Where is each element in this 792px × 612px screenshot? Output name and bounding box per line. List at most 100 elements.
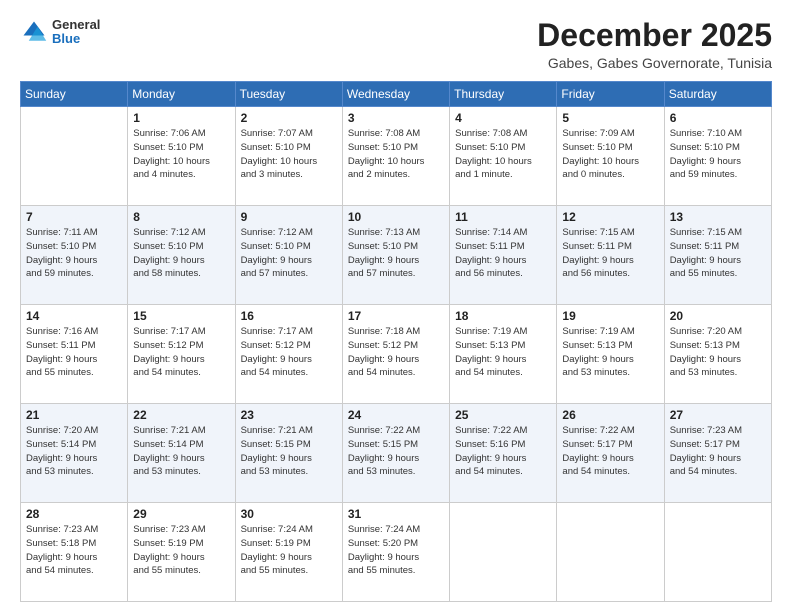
day-number: 1 bbox=[133, 111, 229, 125]
day-info: Sunrise: 7:22 AMSunset: 5:17 PMDaylight:… bbox=[562, 424, 658, 479]
calendar-header-cell: Sunday bbox=[21, 82, 128, 107]
calendar-day-cell: 19Sunrise: 7:19 AMSunset: 5:13 PMDayligh… bbox=[557, 305, 664, 404]
day-info: Sunrise: 7:24 AMSunset: 5:20 PMDaylight:… bbox=[348, 523, 444, 578]
calendar-day-cell: 16 Sunrise: 7:17 AMSunset: 5:12 PMDayligh… bbox=[235, 305, 342, 404]
calendar-day-cell: 2 Sunrise: 7:07 AMSunset: 5:10 PMDaylight… bbox=[235, 107, 342, 206]
calendar-day-cell: 31 Sunrise: 7:24 AMSunset: 5:20 PMDayligh… bbox=[342, 503, 449, 602]
main-title: December 2025 bbox=[537, 18, 772, 53]
day-info: Sunrise: 7:17 AMSunset: 5:12 PMDaylight:… bbox=[241, 325, 337, 380]
calendar-day-cell: 29 Sunrise: 7:23 AMSunset: 5:19 PMDayligh… bbox=[128, 503, 235, 602]
day-number: 15 bbox=[133, 309, 229, 323]
calendar-day-cell: 25 Sunrise: 7:22 AMSunset: 5:16 PMDayligh… bbox=[450, 404, 557, 503]
day-info: Sunrise: 7:20 AMSunset: 5:13 PMDaylight:… bbox=[670, 325, 766, 380]
day-number: 24 bbox=[348, 408, 444, 422]
calendar-day-cell: 12Sunrise: 7:15 AMSunset: 5:11 PMDayligh… bbox=[557, 206, 664, 305]
day-info: Sunrise: 7:10 AMSunset: 5:10 PMDaylight:… bbox=[670, 127, 766, 182]
day-number: 31 bbox=[348, 507, 444, 521]
day-number: 21 bbox=[26, 408, 122, 422]
calendar-day-cell: 24 Sunrise: 7:22 AMSunset: 5:15 PMDayligh… bbox=[342, 404, 449, 503]
day-number: 7 bbox=[26, 210, 122, 224]
day-number: 11 bbox=[455, 210, 551, 224]
subtitle: Gabes, Gabes Governorate, Tunisia bbox=[537, 55, 772, 71]
day-info: Sunrise: 7:22 AMSunset: 5:15 PMDaylight:… bbox=[348, 424, 444, 479]
day-number: 25 bbox=[455, 408, 551, 422]
day-info: Sunrise: 7:19 AMSunset: 5:13 PMDaylight:… bbox=[455, 325, 551, 380]
calendar-day-cell: 27 Sunrise: 7:23 AMSunset: 5:17 PMDayligh… bbox=[664, 404, 771, 503]
day-number: 8 bbox=[133, 210, 229, 224]
calendar-day-cell bbox=[450, 503, 557, 602]
calendar-week-row: 28Sunrise: 7:23 AMSunset: 5:18 PMDayligh… bbox=[21, 503, 772, 602]
logo-general-label: General bbox=[52, 18, 100, 32]
day-number: 23 bbox=[241, 408, 337, 422]
calendar-week-row: 14 Sunrise: 7:16 AMSunset: 5:11 PMDayligh… bbox=[21, 305, 772, 404]
day-info: Sunrise: 7:12 AMSunset: 5:10 PMDaylight:… bbox=[241, 226, 337, 281]
day-number: 29 bbox=[133, 507, 229, 521]
calendar-day-cell: 4Sunrise: 7:08 AMSunset: 5:10 PMDaylight… bbox=[450, 107, 557, 206]
day-info: Sunrise: 7:15 AMSunset: 5:11 PMDaylight:… bbox=[670, 226, 766, 281]
calendar-header-cell: Monday bbox=[128, 82, 235, 107]
day-info: Sunrise: 7:21 AMSunset: 5:14 PMDaylight:… bbox=[133, 424, 229, 479]
day-number: 27 bbox=[670, 408, 766, 422]
day-number: 17 bbox=[348, 309, 444, 323]
calendar-day-cell: 3Sunrise: 7:08 AMSunset: 5:10 PMDaylight… bbox=[342, 107, 449, 206]
calendar-day-cell: 30 Sunrise: 7:24 AMSunset: 5:19 PMDayligh… bbox=[235, 503, 342, 602]
day-number: 9 bbox=[241, 210, 337, 224]
logo-text: General Blue bbox=[52, 18, 100, 47]
day-number: 2 bbox=[241, 111, 337, 125]
calendar-day-cell: 14 Sunrise: 7:16 AMSunset: 5:11 PMDayligh… bbox=[21, 305, 128, 404]
day-info: Sunrise: 7:15 AMSunset: 5:11 PMDaylight:… bbox=[562, 226, 658, 281]
calendar-week-row: 21 Sunrise: 7:20 AMSunset: 5:14 PMDayligh… bbox=[21, 404, 772, 503]
calendar-day-cell bbox=[21, 107, 128, 206]
title-block: December 2025 Gabes, Gabes Governorate, … bbox=[537, 18, 772, 71]
calendar-day-cell: 1 Sunrise: 7:06 AMSunset: 5:10 PMDaylight… bbox=[128, 107, 235, 206]
calendar-header-cell: Tuesday bbox=[235, 82, 342, 107]
day-info: Sunrise: 7:23 AMSunset: 5:17 PMDaylight:… bbox=[670, 424, 766, 479]
day-info: Sunrise: 7:08 AMSunset: 5:10 PMDaylight:… bbox=[455, 127, 551, 182]
calendar-day-cell: 18Sunrise: 7:19 AMSunset: 5:13 PMDayligh… bbox=[450, 305, 557, 404]
day-info: Sunrise: 7:23 AMSunset: 5:18 PMDaylight:… bbox=[26, 523, 122, 578]
day-number: 26 bbox=[562, 408, 658, 422]
calendar-day-cell bbox=[557, 503, 664, 602]
calendar-header-cell: Saturday bbox=[664, 82, 771, 107]
day-info: Sunrise: 7:23 AMSunset: 5:19 PMDaylight:… bbox=[133, 523, 229, 578]
day-info: Sunrise: 7:19 AMSunset: 5:13 PMDaylight:… bbox=[562, 325, 658, 380]
calendar-day-cell: 8 Sunrise: 7:12 AMSunset: 5:10 PMDaylight… bbox=[128, 206, 235, 305]
day-info: Sunrise: 7:14 AMSunset: 5:11 PMDaylight:… bbox=[455, 226, 551, 281]
day-number: 10 bbox=[348, 210, 444, 224]
day-number: 5 bbox=[562, 111, 658, 125]
day-info: Sunrise: 7:13 AMSunset: 5:10 PMDaylight:… bbox=[348, 226, 444, 281]
day-info: Sunrise: 7:12 AMSunset: 5:10 PMDaylight:… bbox=[133, 226, 229, 281]
day-info: Sunrise: 7:17 AMSunset: 5:12 PMDaylight:… bbox=[133, 325, 229, 380]
calendar-table: SundayMondayTuesdayWednesdayThursdayFrid… bbox=[20, 81, 772, 602]
day-number: 13 bbox=[670, 210, 766, 224]
day-info: Sunrise: 7:22 AMSunset: 5:16 PMDaylight:… bbox=[455, 424, 551, 479]
calendar-day-cell: 11 Sunrise: 7:14 AMSunset: 5:11 PMDayligh… bbox=[450, 206, 557, 305]
calendar-day-cell: 6 Sunrise: 7:10 AMSunset: 5:10 PMDaylight… bbox=[664, 107, 771, 206]
calendar-header-cell: Wednesday bbox=[342, 82, 449, 107]
day-info: Sunrise: 7:06 AMSunset: 5:10 PMDaylight:… bbox=[133, 127, 229, 182]
day-info: Sunrise: 7:20 AMSunset: 5:14 PMDaylight:… bbox=[26, 424, 122, 479]
day-info: Sunrise: 7:24 AMSunset: 5:19 PMDaylight:… bbox=[241, 523, 337, 578]
day-info: Sunrise: 7:18 AMSunset: 5:12 PMDaylight:… bbox=[348, 325, 444, 380]
calendar-day-cell: 17 Sunrise: 7:18 AMSunset: 5:12 PMDayligh… bbox=[342, 305, 449, 404]
calendar-day-cell: 23Sunrise: 7:21 AMSunset: 5:15 PMDayligh… bbox=[235, 404, 342, 503]
day-info: Sunrise: 7:07 AMSunset: 5:10 PMDaylight:… bbox=[241, 127, 337, 182]
calendar-header-row: SundayMondayTuesdayWednesdayThursdayFrid… bbox=[21, 82, 772, 107]
day-number: 20 bbox=[670, 309, 766, 323]
calendar-header-cell: Thursday bbox=[450, 82, 557, 107]
calendar-day-cell: 22Sunrise: 7:21 AMSunset: 5:14 PMDayligh… bbox=[128, 404, 235, 503]
day-number: 16 bbox=[241, 309, 337, 323]
calendar-day-cell: 21 Sunrise: 7:20 AMSunset: 5:14 PMDayligh… bbox=[21, 404, 128, 503]
calendar-day-cell: 20 Sunrise: 7:20 AMSunset: 5:13 PMDayligh… bbox=[664, 305, 771, 404]
calendar-week-row: 1 Sunrise: 7:06 AMSunset: 5:10 PMDaylight… bbox=[21, 107, 772, 206]
day-number: 14 bbox=[26, 309, 122, 323]
calendar-day-cell: 26 Sunrise: 7:22 AMSunset: 5:17 PMDayligh… bbox=[557, 404, 664, 503]
day-info: Sunrise: 7:16 AMSunset: 5:11 PMDaylight:… bbox=[26, 325, 122, 380]
calendar-day-cell: 5Sunrise: 7:09 AMSunset: 5:10 PMDaylight… bbox=[557, 107, 664, 206]
calendar-header-cell: Friday bbox=[557, 82, 664, 107]
day-number: 30 bbox=[241, 507, 337, 521]
day-number: 6 bbox=[670, 111, 766, 125]
calendar-day-cell: 7Sunrise: 7:11 AMSunset: 5:10 PMDaylight… bbox=[21, 206, 128, 305]
logo-icon bbox=[20, 18, 48, 46]
calendar-day-cell: 9 Sunrise: 7:12 AMSunset: 5:10 PMDaylight… bbox=[235, 206, 342, 305]
